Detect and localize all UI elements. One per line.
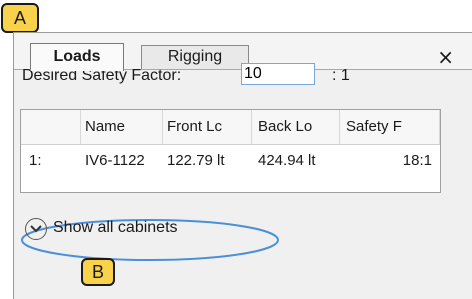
header-back-load[interactable]: Back Lo — [252, 110, 340, 144]
callout-a: A — [1, 3, 39, 33]
header-name[interactable]: Name — [81, 110, 163, 144]
cell-name[interactable]: IV6-1122 — [81, 144, 163, 178]
show-all-cabinets-label[interactable]: Show all cabinets — [53, 219, 178, 237]
row-index: 1: — [29, 152, 42, 169]
cell-back-load[interactable]: 424.94 lt — [252, 144, 340, 178]
cell-safety-factor[interactable]: 18:1 — [340, 144, 440, 178]
safety-factor-ratio: : 1 — [332, 67, 350, 84]
chevron-down-circle-icon[interactable] — [25, 218, 47, 240]
callout-b: B — [81, 258, 115, 286]
close-icon[interactable]: × — [437, 47, 454, 67]
tab-rigging[interactable]: Rigging — [141, 45, 249, 69]
grid-header: Name Front Lc Back Lo Safety F — [21, 110, 440, 145]
header-safety-factor[interactable]: Safety F — [340, 110, 440, 144]
loads-grid: Name Front Lc Back Lo Safety F 1: IV6-11… — [20, 109, 441, 193]
header-front-load[interactable]: Front Lc — [163, 110, 252, 144]
cell-front-load[interactable]: 122.79 lt — [163, 144, 252, 178]
header-row-index — [21, 110, 81, 144]
safety-factor-input[interactable] — [241, 63, 315, 85]
tab-loads[interactable]: Loads — [30, 43, 124, 71]
